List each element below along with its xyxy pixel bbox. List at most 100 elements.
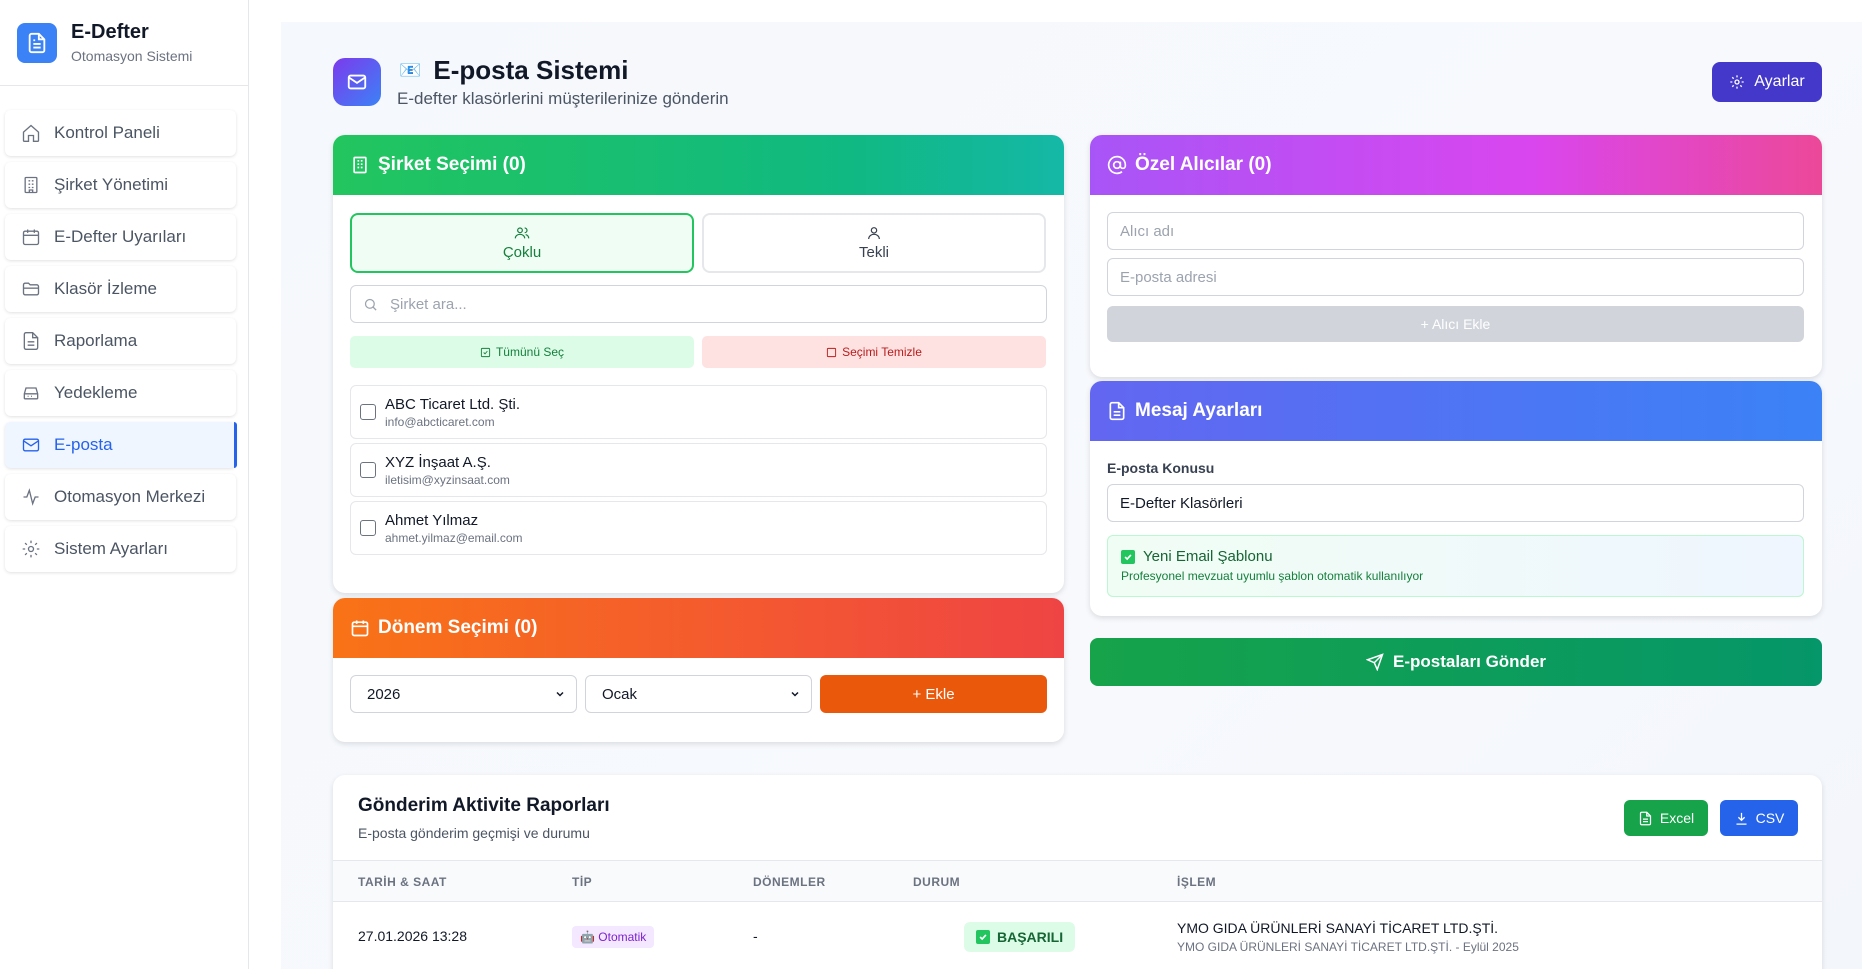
download-icon bbox=[1736, 812, 1747, 825]
building-icon bbox=[24, 176, 38, 194]
recipient-name-input[interactable] bbox=[1107, 212, 1804, 250]
company-email: ahmet.yilmaz@email.com bbox=[385, 530, 523, 545]
sidebar-item-e-defter-uyarilari[interactable]: E-Defter Uyarıları bbox=[5, 214, 236, 260]
company-selection-card: Şirket Seçimi (0) Çoklu Tekli Tümünü Seç bbox=[333, 135, 1064, 593]
company-email: info@abcticaret.com bbox=[385, 414, 495, 429]
page-title-text: E-posta Sistemi bbox=[433, 55, 629, 85]
check-icon bbox=[1121, 549, 1135, 564]
check-icon bbox=[976, 930, 990, 944]
column-header: İŞLEM bbox=[1177, 875, 1217, 889]
column-header: TİP bbox=[572, 875, 593, 889]
document-icon bbox=[17, 22, 57, 63]
checkbox-checked-icon bbox=[480, 347, 491, 357]
clear-selection-button[interactable]: Seçimi Temizle bbox=[702, 336, 1046, 368]
company-checkbox[interactable] bbox=[360, 404, 376, 420]
mode-multi-button[interactable]: Çoklu bbox=[350, 213, 694, 273]
subject-label: E-posta Konusu bbox=[1107, 460, 1215, 476]
sidebar-item-kontrol-paneli[interactable]: Kontrol Paneli bbox=[5, 110, 236, 156]
company-card-title: Şirket Seçimi (0) bbox=[378, 154, 526, 175]
envelope-emoji-icon: 📧 bbox=[399, 60, 422, 80]
brand-subtitle: Otomasyon Sistemi bbox=[71, 48, 193, 64]
report-title: Gönderim Aktivite Raporları bbox=[358, 795, 610, 816]
sidebar-item-yedekleme[interactable]: Yedekleme bbox=[5, 370, 236, 416]
sidebar-item-sistem-ayarlari[interactable]: Sistem Ayarları bbox=[5, 526, 236, 572]
sidebar-item-e-posta[interactable]: E-posta bbox=[5, 422, 237, 468]
selection-mode: Çoklu Tekli bbox=[350, 213, 1046, 273]
column-header: DÖNEMLER bbox=[753, 875, 826, 889]
chevron-down-icon bbox=[556, 691, 564, 697]
company-search-input[interactable] bbox=[390, 295, 1030, 313]
sidebar-item-sirket-yonetimi[interactable]: Şirket Yönetimi bbox=[5, 162, 236, 208]
brand-title: E-Defter bbox=[71, 21, 149, 43]
template-title: Yeni Email Şablonu bbox=[1121, 548, 1790, 565]
select-all-button[interactable]: Tümünü Seç bbox=[350, 336, 694, 368]
sidebar-item-raporlama[interactable]: Raporlama bbox=[5, 318, 236, 364]
company-checkbox[interactable] bbox=[360, 520, 376, 536]
sidebar-item-otomasyon-merkezi[interactable]: Otomasyon Merkezi bbox=[5, 474, 236, 520]
home-icon bbox=[22, 124, 40, 142]
users-icon bbox=[514, 227, 530, 239]
brand: E-Defter Otomasyon Sistemi bbox=[0, 0, 248, 86]
export-csv-button[interactable]: CSV bbox=[1720, 800, 1798, 836]
list-item[interactable]: XYZ İnşaat A.Ş. iletisim@xyzinsaat.com bbox=[350, 443, 1047, 497]
row-periods: - bbox=[753, 928, 758, 944]
sidebar-item-klasor-izleme[interactable]: Klasör İzleme bbox=[5, 266, 236, 312]
custom-recipients-card: Özel Alıcılar (0) + Alıcı Ekle bbox=[1090, 135, 1822, 377]
list-item[interactable]: Ahmet Yılmaz ahmet.yilmaz@email.com bbox=[350, 501, 1047, 555]
mail-icon bbox=[333, 58, 381, 106]
select-all-label: Tümünü Seç bbox=[495, 345, 565, 359]
company-checkbox[interactable] bbox=[360, 462, 376, 478]
sidebar-item-label: Raporlama bbox=[54, 331, 138, 350]
calendar-icon bbox=[22, 229, 40, 246]
row-operation: YMO GIDA ÜRÜNLERİ SANAYİ TİCARET LTD.ŞTİ… bbox=[1177, 920, 1499, 936]
subject-input[interactable] bbox=[1107, 484, 1804, 522]
add-recipient-button[interactable]: + Alıcı Ekle bbox=[1107, 306, 1804, 342]
period-selection-card: Dönem Seçimi (0) 2026 Ocak + Ekle bbox=[333, 598, 1064, 742]
company-email: iletisim@xyzinsaat.com bbox=[385, 472, 510, 487]
clear-selection-label: Seçimi Temizle bbox=[842, 345, 922, 359]
type-badge: 🤖 Otomatik bbox=[572, 926, 655, 948]
page-subtitle: E-defter klasörlerini müşterilerinize gö… bbox=[397, 89, 729, 108]
year-select-value: 2026 bbox=[367, 685, 401, 703]
page-title: 📧 E-posta Sistemi bbox=[399, 55, 628, 86]
sidebar-item-label: Şirket Yönetimi bbox=[54, 175, 169, 194]
checkbox-empty-icon bbox=[827, 347, 837, 357]
building-icon bbox=[353, 156, 367, 174]
column-header: TARİH & SAAT bbox=[358, 875, 447, 889]
table-header: TARİH & SAAT TİP DÖNEMLER DURUM İŞLEM bbox=[333, 860, 1822, 902]
file-icon bbox=[1109, 401, 1125, 421]
table-row: 27.01.2026 13:28 🤖 Otomatik - BAŞARILI Y… bbox=[333, 902, 1822, 969]
list-item[interactable]: ABC Ticaret Ltd. Şti. info@abcticaret.co… bbox=[350, 385, 1047, 439]
month-select[interactable]: Ocak bbox=[585, 675, 812, 713]
row-datetime: 27.01.2026 13:28 bbox=[358, 928, 467, 944]
company-card-header: Şirket Seçimi (0) bbox=[333, 135, 1064, 195]
add-period-button[interactable]: + Ekle bbox=[820, 675, 1047, 713]
company-name: Ahmet Yılmaz bbox=[385, 511, 479, 529]
activity-icon bbox=[23, 488, 39, 506]
year-select[interactable]: 2026 bbox=[350, 675, 577, 713]
month-select-value: Ocak bbox=[602, 685, 638, 703]
settings-button-label: Ayarlar bbox=[1754, 73, 1805, 90]
column-header: DURUM bbox=[913, 875, 961, 889]
drive-icon bbox=[23, 387, 39, 400]
sidebar: E-Defter Otomasyon Sistemi Kontrol Panel… bbox=[0, 0, 249, 969]
recipient-email-input[interactable] bbox=[1107, 258, 1804, 296]
selection-actions: Tümünü Seç Seçimi Temizle bbox=[350, 336, 1046, 368]
export-excel-button[interactable]: Excel bbox=[1624, 800, 1708, 836]
sidebar-item-label: E-Defter Uyarıları bbox=[54, 227, 187, 246]
row-operation-detail: YMO GIDA ÜRÜNLERİ SANAYİ TİCARET LTD.ŞTİ… bbox=[1177, 940, 1519, 954]
sidebar-item-label: Sistem Ayarları bbox=[54, 539, 169, 558]
company-name: XYZ İnşaat A.Ş. bbox=[385, 453, 491, 471]
mode-single-button[interactable]: Tekli bbox=[702, 213, 1046, 273]
file-icon bbox=[23, 332, 39, 350]
sidebar-item-label: Otomasyon Merkezi bbox=[54, 487, 206, 506]
folder-icon bbox=[22, 282, 40, 296]
settings-button[interactable]: Ayarlar bbox=[1712, 62, 1822, 102]
mode-single-label: Tekli bbox=[858, 244, 889, 261]
status-badge: BAŞARILI bbox=[964, 922, 1076, 952]
recipients-card-header: Özel Alıcılar (0) bbox=[1090, 135, 1822, 195]
at-sign-icon bbox=[1107, 155, 1127, 175]
message-settings-card: Mesaj Ayarları E-posta Konusu Yeni Email… bbox=[1090, 381, 1822, 616]
send-emails-button[interactable]: E-postaları Gönder bbox=[1090, 638, 1822, 686]
search-icon bbox=[364, 298, 377, 311]
